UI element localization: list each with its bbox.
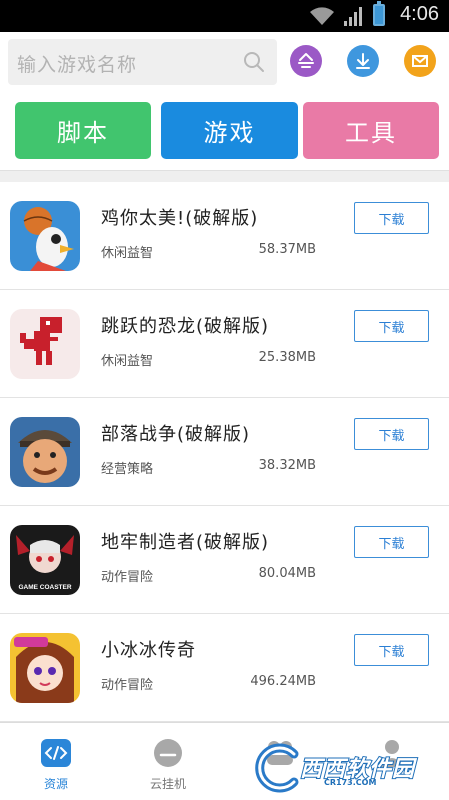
- download-button[interactable]: 下载: [354, 634, 429, 666]
- category-game-button[interactable]: 游戏: [161, 102, 298, 159]
- status-time: 4:06: [400, 3, 439, 25]
- category-tool-button[interactable]: 工具: [303, 102, 439, 159]
- app-name: 鸡你太美!(破解版): [101, 208, 259, 229]
- app-size: 80.04MB: [258, 566, 316, 581]
- list-item[interactable]: 跳跃的恐龙(破解版) 休闲益智 25.38MB 下载: [0, 290, 449, 398]
- mail-icon: [412, 55, 428, 67]
- tab-cloud[interactable]: 云挂机: [128, 739, 208, 792]
- wifi-icon: [310, 7, 334, 25]
- status-icons: [309, 1, 385, 26]
- search-header: 输入游戏名称: [0, 32, 449, 94]
- app-category: 动作冒险: [101, 570, 154, 585]
- download-button[interactable]: 下载: [354, 526, 429, 558]
- list-item[interactable]: GAME COASTER 地牢制造者(破解版) 动作冒险 80.04MB 下载: [0, 506, 449, 614]
- category-script-button[interactable]: 脚本: [15, 102, 151, 159]
- battery-icon: [373, 1, 385, 26]
- list-item[interactable]: 小冰冰传奇 动作冒险 496.24MB 下载: [0, 614, 449, 722]
- app-size: 38.32MB: [258, 458, 316, 473]
- app-name: 跳跃的恐龙(破解版): [101, 316, 270, 337]
- search-placeholder: 输入游戏名称: [17, 54, 138, 76]
- app-icon-dinosaur: [10, 309, 80, 379]
- search-input[interactable]: 输入游戏名称: [8, 39, 277, 85]
- tab-label: 云挂机: [149, 777, 186, 791]
- app-name: 地牢制造者(破解版): [101, 532, 270, 553]
- app-category: 动作冒险: [101, 678, 154, 693]
- tab-resources[interactable]: 资源: [16, 739, 96, 792]
- watermark-subtext: CR173.COM: [324, 778, 377, 787]
- message-button[interactable]: [404, 45, 436, 77]
- app-name: 小冰冰传奇: [101, 640, 196, 661]
- filter-button[interactable]: [290, 45, 322, 77]
- app-name: 部落战争(破解版): [101, 424, 251, 445]
- app-icon-clash: [10, 417, 80, 487]
- app-icon-dungeon: GAME COASTER: [10, 525, 80, 595]
- watermark-logo: 西西软件园 CR173.COM: [248, 742, 438, 794]
- app-category: 经营策略: [101, 462, 154, 477]
- download-button[interactable]: 下载: [354, 310, 429, 342]
- status-bar: 4:06: [0, 0, 449, 32]
- watermark-c-icon: [255, 743, 299, 793]
- code-icon: [41, 739, 71, 767]
- app-icon-xiaobingbing: [10, 633, 80, 703]
- download-button[interactable]: 下载: [354, 418, 429, 450]
- download-button[interactable]: 下载: [354, 202, 429, 234]
- app-size: 496.24MB: [250, 674, 316, 689]
- app-category: 休闲益智: [101, 246, 154, 261]
- list-item[interactable]: 鸡你太美!(破解版) 休闲益智 58.37MB 下载: [0, 182, 449, 290]
- cloud-icon: [154, 739, 182, 767]
- app-category: 休闲益智: [101, 354, 154, 369]
- app-size: 25.38MB: [258, 350, 316, 365]
- category-row: 脚本 游戏 工具: [0, 94, 449, 170]
- download-icon: [356, 53, 370, 69]
- signal-icon: [344, 7, 362, 26]
- download-manager-button[interactable]: [347, 45, 379, 77]
- filter-icon: [298, 53, 314, 68]
- app-size: 58.37MB: [258, 242, 316, 257]
- section-divider: [0, 170, 449, 182]
- app-icon-caption: GAME COASTER: [18, 584, 71, 591]
- app-list: 鸡你太美!(破解版) 休闲益智 58.37MB 下载 跳跃的恐龙(破解版) 休闲…: [0, 182, 449, 722]
- app-icon-chicken: [10, 201, 80, 271]
- list-item[interactable]: 部落战争(破解版) 经营策略 38.32MB 下载: [0, 398, 449, 506]
- search-icon[interactable]: [243, 51, 265, 73]
- tab-label: 资源: [43, 777, 68, 791]
